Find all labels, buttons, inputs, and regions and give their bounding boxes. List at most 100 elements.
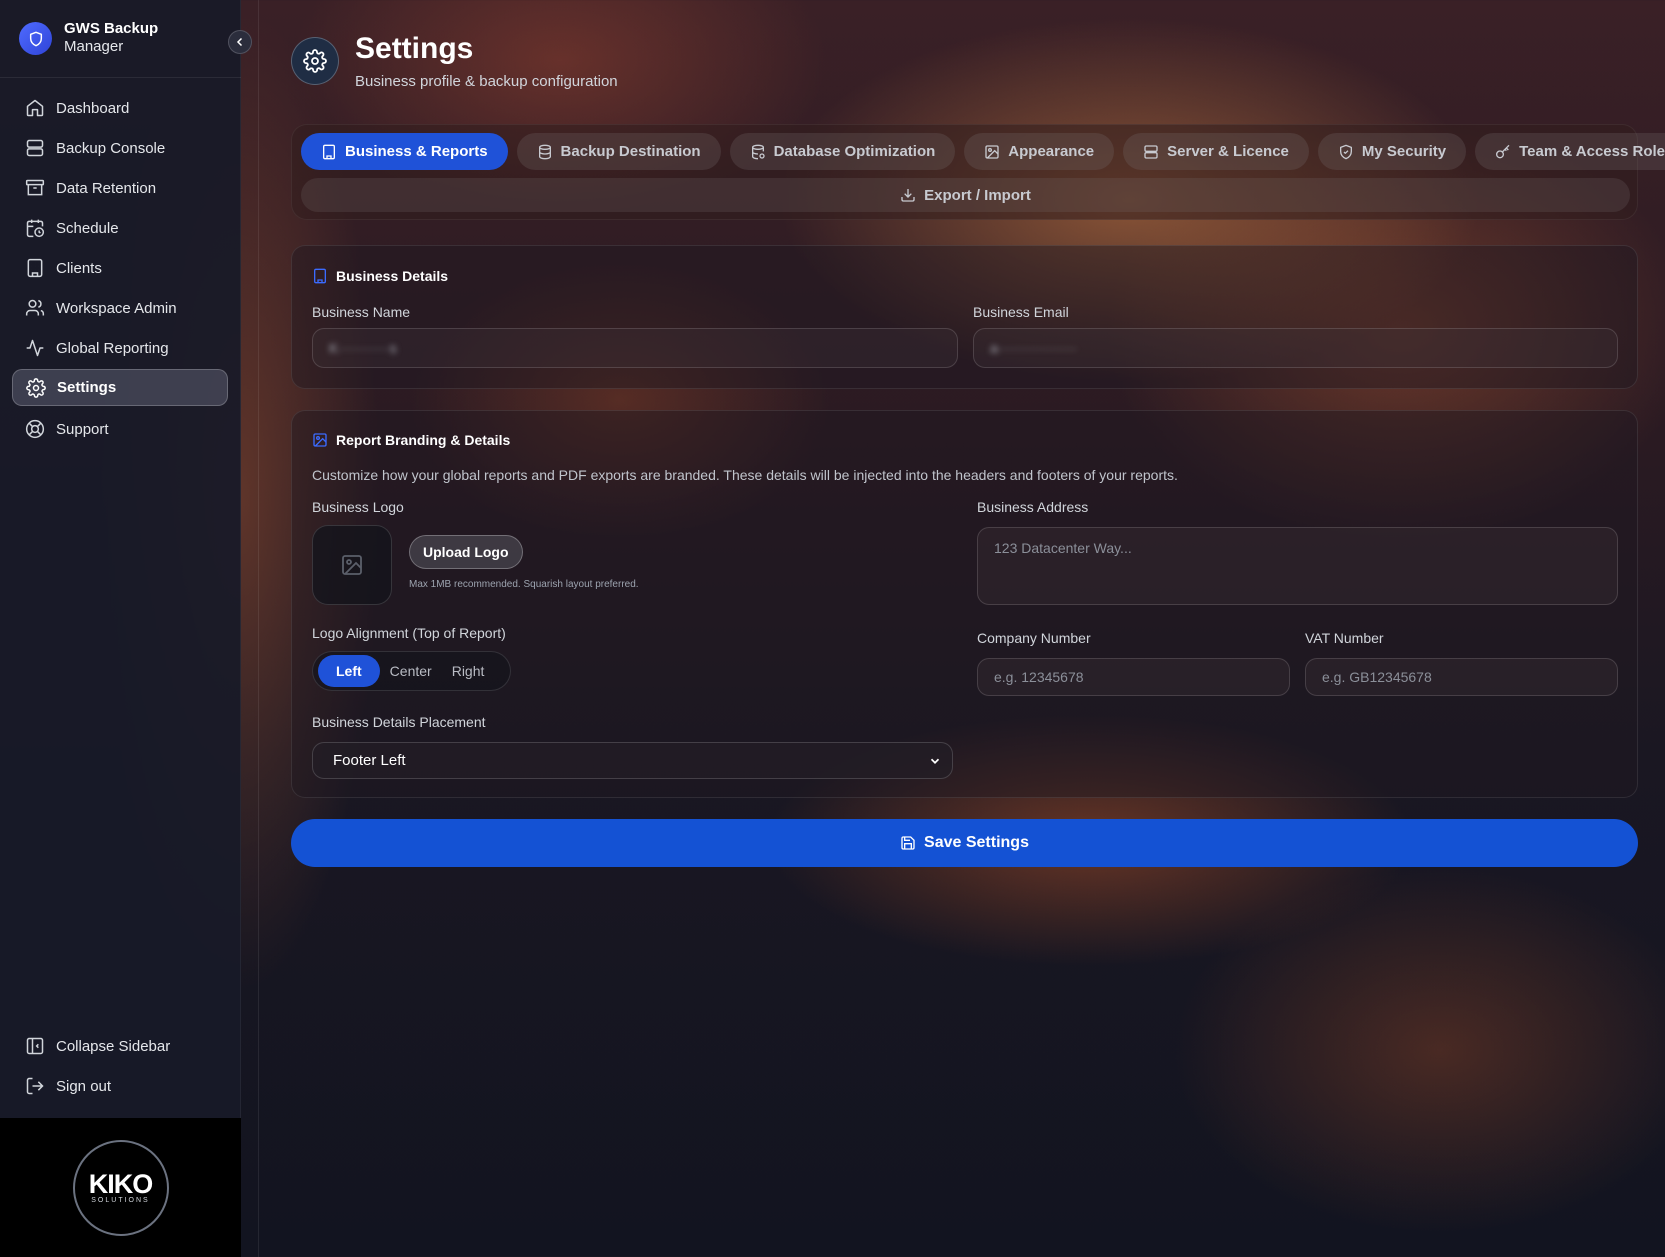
- page-subtitle: Business profile & backup configuration: [355, 73, 618, 90]
- alignment-right-option[interactable]: Right: [442, 655, 495, 687]
- archive-icon: [24, 177, 46, 199]
- tab-label: Database Optimization: [773, 143, 936, 160]
- vat-number-input[interactable]: e.g. GB12345678: [1305, 658, 1618, 696]
- details-placement-select[interactable]: Footer Left: [312, 742, 953, 779]
- log-out-icon: [24, 1075, 46, 1097]
- sidebar-item-label: Dashboard: [56, 99, 130, 117]
- report-branding-title: Report Branding & Details: [312, 432, 510, 448]
- save-icon: [900, 835, 916, 851]
- building-icon: [321, 144, 337, 160]
- report-branding-description: Customize how your global reports and PD…: [312, 467, 1178, 483]
- server-icon: [24, 137, 46, 159]
- sidebar-bottom-nav: Collapse Sidebar Sign out: [12, 1027, 228, 1107]
- sidebar-item-support[interactable]: Support: [12, 410, 228, 448]
- upload-logo-button[interactable]: Upload Logo: [409, 535, 523, 569]
- company-number-placeholder: e.g. 12345678: [994, 669, 1084, 685]
- tab-my-security[interactable]: My Security: [1317, 133, 1467, 170]
- sidebar-item-settings[interactable]: Settings: [12, 369, 228, 406]
- building-icon: [24, 257, 46, 279]
- chevron-left-icon: [236, 37, 243, 47]
- sidebar-item-label: Workspace Admin: [56, 299, 177, 317]
- sidebar-item-label: Collapse Sidebar: [56, 1037, 171, 1055]
- lifebuoy-icon: [24, 418, 46, 440]
- sidebar-item-backup-console[interactable]: Backup Console: [12, 129, 228, 167]
- database-settings-icon: [750, 144, 766, 160]
- database-icon: [537, 144, 553, 160]
- sidebar-item-clients[interactable]: Clients: [12, 249, 228, 287]
- users-icon: [24, 297, 46, 319]
- business-address-placeholder: 123 Datacenter Way...: [994, 540, 1132, 556]
- sidebar-item-label: Settings: [57, 379, 117, 396]
- download-icon: [900, 187, 916, 203]
- sidebar-collapse-toggle[interactable]: [228, 30, 252, 54]
- key-icon: [1495, 144, 1511, 160]
- page-title: Settings: [355, 32, 474, 65]
- shield-logo-icon: [19, 22, 52, 55]
- business-email-input[interactable]: a·················: [973, 328, 1618, 368]
- brand-title-line2: Manager: [64, 38, 124, 55]
- activity-icon: [24, 337, 46, 359]
- tab-label: Server & Licence: [1167, 143, 1289, 160]
- sidebar: GWS Backup Manager Dashboard Backup Cons…: [0, 0, 252, 1257]
- company-logo: KIKO SOLUTIONS: [0, 1118, 241, 1257]
- business-details-card: Business Details Business Name K········…: [291, 245, 1638, 389]
- business-logo-label: Business Logo: [312, 499, 404, 515]
- business-name-input[interactable]: K···········s: [312, 328, 958, 368]
- image-icon: [984, 144, 1000, 160]
- sidebar-item-data-retention[interactable]: Data Retention: [12, 169, 228, 207]
- sidebar-item-label: Global Reporting: [56, 339, 169, 357]
- settings-gear-icon: [291, 37, 339, 85]
- logo-alignment-toggle: Left Center Right: [312, 651, 511, 691]
- settings-tabs: Business & Reports Backup Destination Da…: [291, 124, 1665, 220]
- company-number-input[interactable]: e.g. 12345678: [977, 658, 1290, 696]
- tab-label: Backup Destination: [560, 143, 701, 160]
- card-title-text: Business Details: [336, 268, 449, 284]
- business-address-label: Business Address: [977, 499, 1089, 515]
- tab-label: My Security: [1361, 143, 1447, 160]
- upload-logo-note: Max 1MB recommended. Squarish layout pre…: [409, 579, 639, 590]
- kiko-logo-name: KIKO: [88, 1169, 153, 1199]
- alignment-left-option[interactable]: Left: [318, 655, 380, 687]
- sidebar-item-dashboard[interactable]: Dashboard: [12, 89, 228, 127]
- sidebar-item-label: Schedule: [56, 219, 119, 237]
- home-icon: [24, 97, 46, 119]
- gear-icon: [25, 377, 47, 399]
- shield-icon: [1338, 144, 1354, 160]
- tab-database-optimization[interactable]: Database Optimization: [729, 133, 956, 170]
- calendar-clock-icon: [24, 217, 46, 239]
- sidebar-item-label: Backup Console: [56, 139, 166, 157]
- tab-server-licence[interactable]: Server & Licence: [1123, 133, 1309, 170]
- sidebar-item-label: Clients: [56, 259, 102, 277]
- business-address-textarea[interactable]: 123 Datacenter Way...: [977, 527, 1618, 605]
- brand-header: GWS Backup Manager: [0, 0, 241, 78]
- tab-label: Team & Access Roles: [1519, 143, 1665, 160]
- sidebar-item-sign-out[interactable]: Sign out: [12, 1067, 228, 1105]
- alignment-center-option[interactable]: Center: [380, 655, 442, 687]
- tab-label: Export / Import: [924, 186, 1031, 204]
- sidebar-item-workspace-admin[interactable]: Workspace Admin: [12, 289, 228, 327]
- tab-export-import[interactable]: Export / Import: [301, 178, 1630, 212]
- sidebar-item-collapse-sidebar[interactable]: Collapse Sidebar: [12, 1027, 228, 1065]
- sidebar-item-label: Sign out: [56, 1077, 112, 1095]
- business-email-value: a·················: [990, 340, 1078, 356]
- tab-team-access-roles[interactable]: Team & Access Roles: [1475, 133, 1665, 170]
- building-icon: [312, 268, 328, 284]
- sidebar-item-global-reporting[interactable]: Global Reporting: [12, 329, 228, 367]
- logo-alignment-label: Logo Alignment (Top of Report): [312, 625, 506, 641]
- tab-backup-destination[interactable]: Backup Destination: [516, 133, 721, 170]
- tab-label: Business & Reports: [345, 143, 488, 160]
- business-details-title: Business Details: [312, 268, 448, 284]
- save-button-label: Save Settings: [924, 834, 1029, 851]
- tab-appearance[interactable]: Appearance: [964, 133, 1115, 170]
- tab-business-reports[interactable]: Business & Reports: [301, 133, 508, 170]
- vat-number-placeholder: e.g. GB12345678: [1322, 669, 1432, 685]
- business-email-label: Business Email: [973, 304, 1069, 320]
- sidebar-item-schedule[interactable]: Schedule: [12, 209, 228, 247]
- image-placeholder-icon: [340, 553, 364, 577]
- business-name-label: Business Name: [312, 304, 411, 320]
- save-settings-button[interactable]: Save Settings: [291, 819, 1638, 867]
- details-placement-value: Footer Left: [333, 752, 406, 769]
- chevron-down-icon: [928, 754, 942, 768]
- logo-preview: [312, 525, 392, 605]
- sidebar-item-label: Support: [56, 420, 109, 438]
